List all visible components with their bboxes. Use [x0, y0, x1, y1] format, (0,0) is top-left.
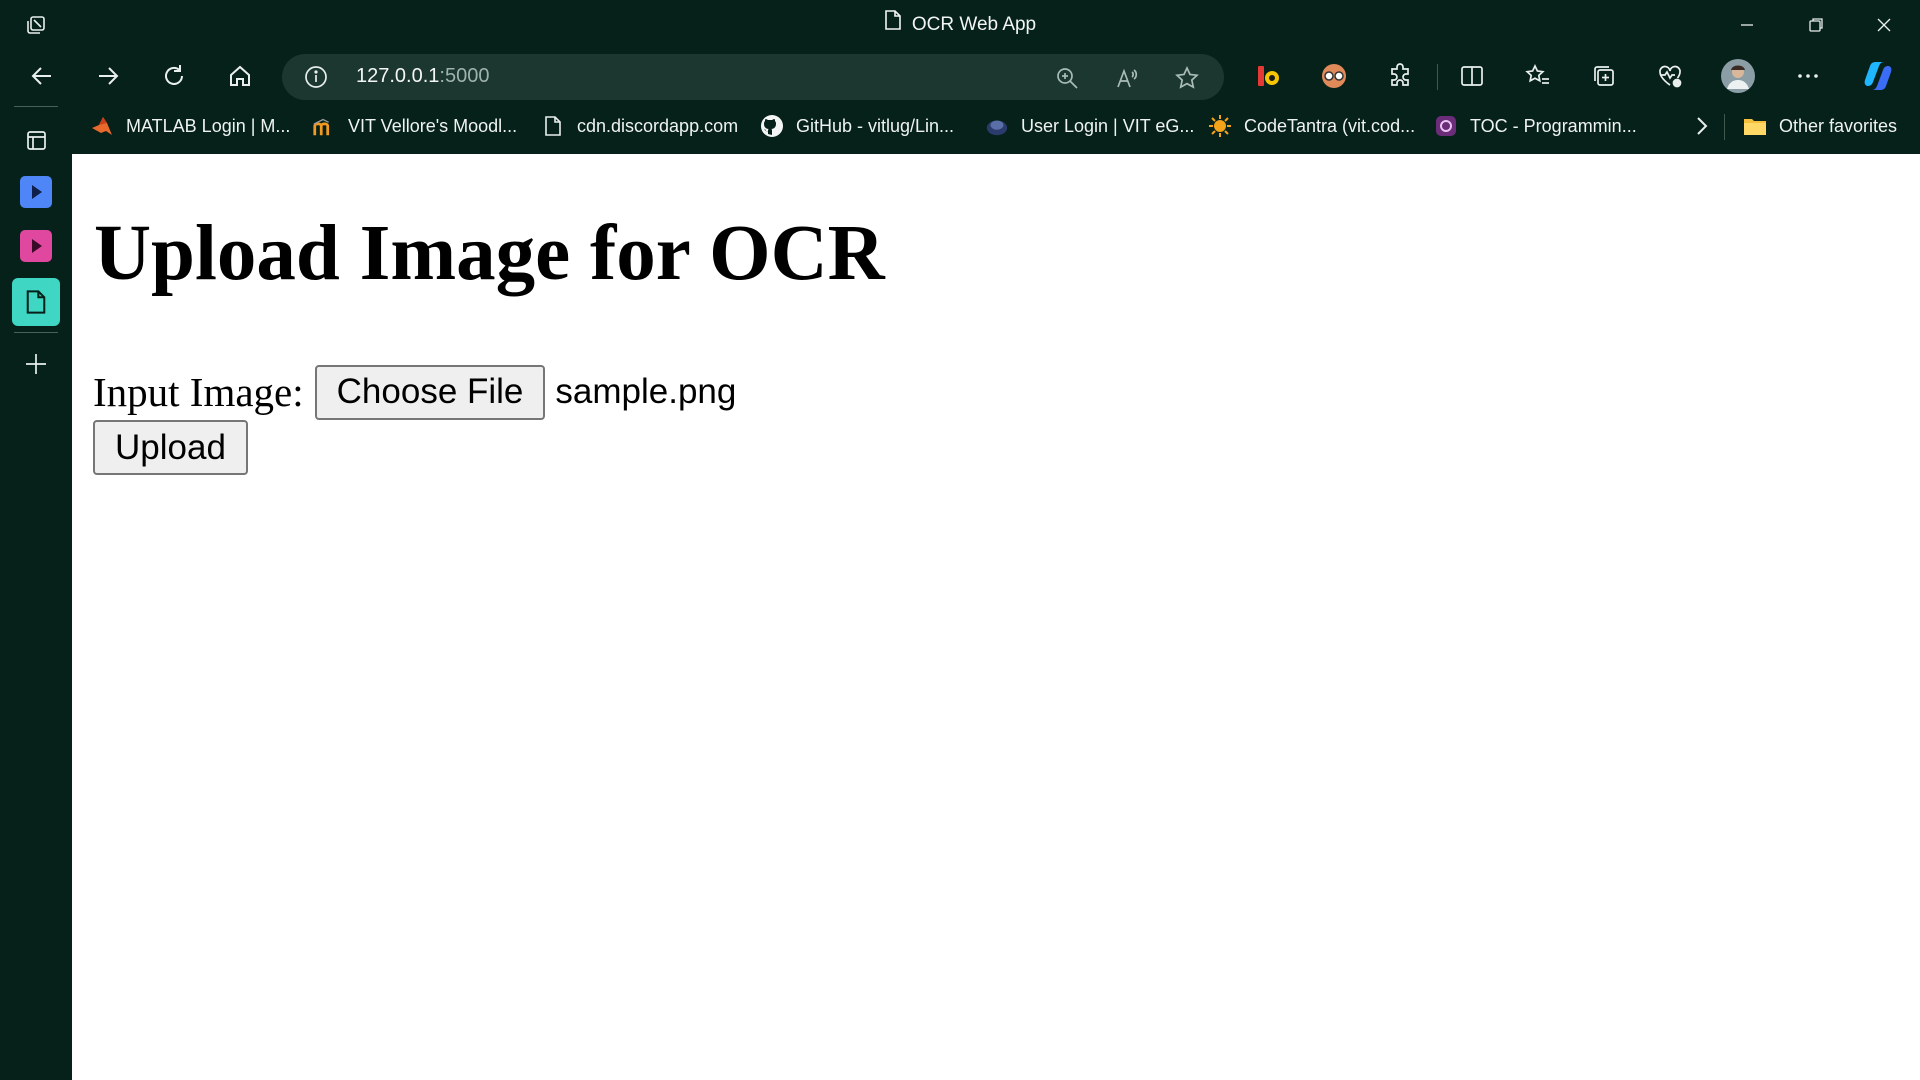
- zoom-icon[interactable]: [1054, 65, 1080, 91]
- window-title-text: OCR Web App: [911, 14, 1037, 36]
- choose-file-button[interactable]: Choose File: [314, 364, 546, 420]
- favorite-item[interactable]: MATLAB Login | M...: [90, 106, 290, 146]
- tab-actions-icon[interactable]: [14, 118, 58, 162]
- more-favorites-chevron-icon[interactable]: [1692, 106, 1712, 146]
- forward-button[interactable]: [88, 56, 128, 96]
- back-button[interactable]: [22, 56, 62, 96]
- browser-essentials-icon[interactable]: [1650, 56, 1690, 96]
- other-favorites[interactable]: Other favorites: [1743, 106, 1897, 146]
- title-bar: OCR Web App: [0, 0, 1920, 50]
- input-image-label: Input Image:: [93, 369, 304, 415]
- url-host: 127.0.0.1: [356, 65, 440, 87]
- favorite-star-icon[interactable]: [1174, 65, 1200, 91]
- github-icon: [760, 114, 784, 138]
- url-port: :5000: [439, 65, 490, 87]
- matlab-icon: [90, 114, 114, 138]
- extensions-icon[interactable]: [1380, 56, 1420, 96]
- vertical-tab-bar: [0, 106, 72, 1080]
- moodle-icon: [312, 114, 336, 138]
- profile-avatar[interactable]: [1718, 56, 1758, 96]
- document-icon: [884, 9, 902, 37]
- address-bar[interactable]: 127.0.0.1:5000: [282, 54, 1224, 100]
- codetantra-icon: [1208, 114, 1232, 138]
- copilot-icon[interactable]: [1858, 56, 1898, 96]
- page-icon: [541, 114, 565, 138]
- minimize-button[interactable]: [1732, 10, 1762, 40]
- favorite-item[interactable]: CodeTantra (vit.cod...: [1208, 106, 1415, 146]
- upload-button[interactable]: Upload: [93, 420, 248, 475]
- close-button[interactable]: [1869, 10, 1899, 40]
- web-page: Upload Image for OCR Input Image: Choose…: [72, 154, 1920, 1080]
- collections-icon[interactable]: [1584, 56, 1624, 96]
- file-input-row: Input Image: Choose File sample.png: [93, 364, 736, 420]
- toc-icon: [1434, 114, 1458, 138]
- favorites-icon[interactable]: [1518, 56, 1558, 96]
- favorites-bar: MATLAB Login | M... VIT Vellore's Moodl.…: [72, 106, 1920, 150]
- favorite-item[interactable]: User Login | VIT eG...: [985, 106, 1194, 146]
- favorite-item[interactable]: cdn.discordapp.com: [541, 106, 738, 146]
- page-heading: Upload Image for OCR: [94, 210, 885, 297]
- window-title: OCR Web App: [0, 10, 1920, 37]
- more-options-icon[interactable]: [1788, 56, 1828, 96]
- read-aloud-icon[interactable]: [1114, 65, 1140, 91]
- extension-glasses-icon[interactable]: [1314, 56, 1354, 96]
- selected-file-name: sample.png: [555, 372, 737, 411]
- folder-icon: [1743, 114, 1767, 138]
- vit-egov-icon: [985, 114, 1009, 138]
- home-button[interactable]: [220, 56, 260, 96]
- tab-video-pink[interactable]: [14, 224, 58, 268]
- refresh-button[interactable]: [154, 56, 194, 96]
- favorite-item[interactable]: VIT Vellore's Moodl...: [312, 106, 517, 146]
- tab-ocr-web-app-active[interactable]: [12, 278, 60, 326]
- url-text[interactable]: 127.0.0.1:5000: [356, 65, 489, 88]
- restore-button[interactable]: [1801, 10, 1831, 40]
- extension-badge-icon[interactable]: [1248, 56, 1288, 96]
- favorite-item[interactable]: GitHub - vitlug/Lin...: [760, 106, 954, 146]
- favorite-item[interactable]: TOC - Programmin...: [1434, 106, 1637, 146]
- site-info-icon[interactable]: [304, 65, 328, 94]
- new-tab-plus-icon[interactable]: [14, 342, 58, 386]
- tab-video-blue[interactable]: [14, 170, 58, 214]
- split-screen-icon[interactable]: [1452, 56, 1492, 96]
